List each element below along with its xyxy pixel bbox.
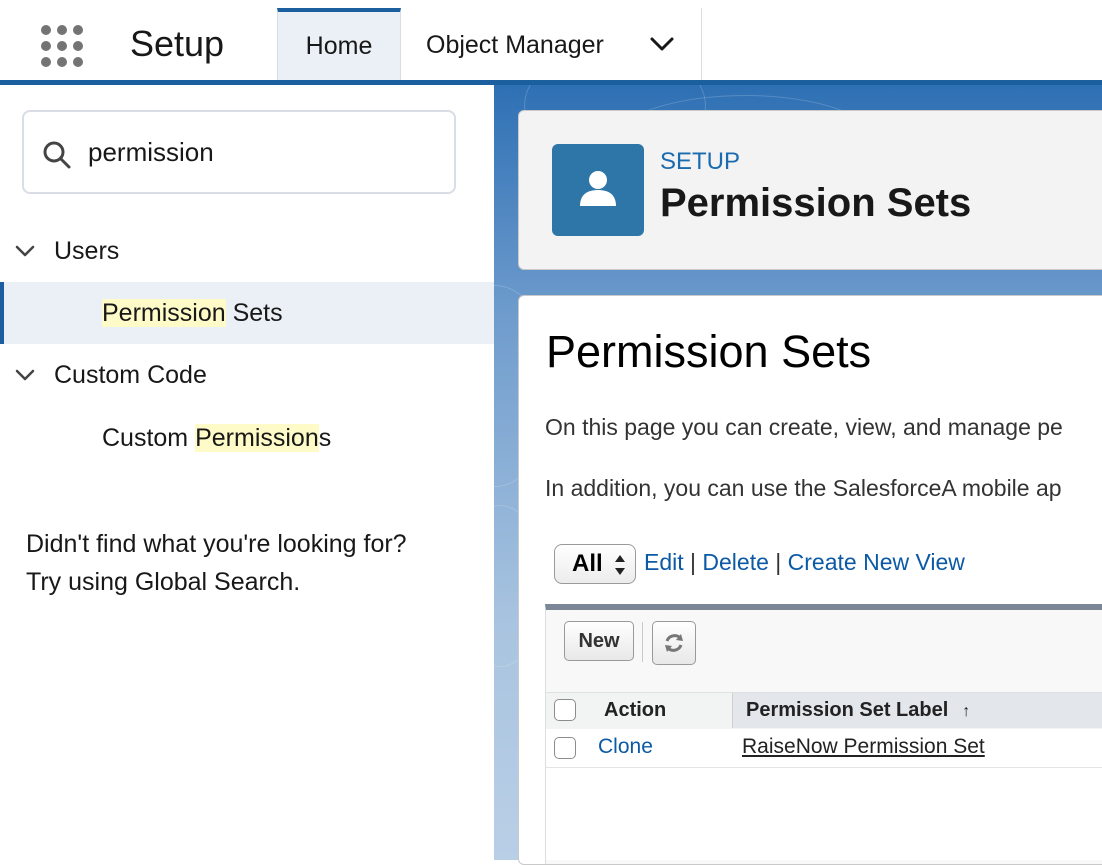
app-name: Setup: [130, 23, 225, 64]
permission-set-link[interactable]: RaiseNow Permission Set: [742, 735, 985, 759]
tab-object-manager-label: Object Manager: [426, 31, 604, 59]
select-all-checkbox[interactable]: [554, 699, 576, 721]
page-header-eyebrow: SETUP: [660, 148, 741, 175]
chevron-down-icon[interactable]: [14, 241, 36, 261]
row-checkbox[interactable]: [554, 737, 576, 759]
not-found-message: Didn't find what you're looking for? Try…: [26, 525, 476, 601]
toolbar-divider: [642, 622, 643, 662]
refresh-button[interactable]: [652, 621, 696, 665]
tree-node-users[interactable]: Users: [0, 221, 494, 281]
search-icon: [43, 141, 71, 169]
tree-node-custom-code[interactable]: Custom Code: [0, 345, 494, 405]
table-row: Clone RaiseNow Permission Set: [546, 729, 1102, 768]
launcher-dot: [41, 25, 51, 35]
select-arrows-icon: [615, 555, 625, 575]
table-header: Action Permission Set Label ↑: [546, 692, 1102, 730]
description-paragraph-1: On this page you can create, view, and m…: [545, 414, 1063, 440]
link-separator: |: [775, 549, 782, 575]
edit-view-link[interactable]: Edit: [644, 549, 684, 575]
delete-view-link[interactable]: Delete: [702, 549, 768, 575]
launcher-dot: [57, 41, 67, 51]
new-button[interactable]: New: [564, 621, 634, 661]
launcher-dot: [57, 25, 67, 35]
tree-leaf-label: Permission Sets: [102, 282, 283, 344]
column-header-label-text: Permission Set Label: [746, 699, 949, 721]
not-found-line-1: Didn't find what you're looking for?: [26, 530, 407, 558]
search-highlight: Permission: [102, 299, 226, 327]
label-rest: s: [318, 424, 332, 452]
view-links: Edit | Delete | Create New View: [644, 549, 965, 576]
header-icon-tile: [552, 144, 644, 236]
app-launcher-icon[interactable]: [40, 24, 86, 70]
tree-node-label: Users: [54, 237, 120, 265]
create-new-view-link[interactable]: Create New View: [788, 549, 965, 575]
description-paragraph-2: In addition, you can use the SalesforceA…: [545, 475, 1062, 501]
tree-leaf-label: Custom Permissions: [102, 407, 331, 469]
column-separator: [732, 693, 733, 728]
not-found-line-2: Try using Global Search.: [26, 568, 301, 596]
column-header-action: Action: [604, 699, 667, 721]
tree-node-label: Custom Code: [54, 361, 207, 389]
chevron-down-icon[interactable]: [649, 34, 675, 54]
setup-sidebar: Users Permission Sets Custom Code Custom…: [0, 85, 494, 860]
column-header-label[interactable]: Permission Set Label ↑: [732, 693, 1102, 728]
view-select[interactable]: All: [554, 544, 636, 584]
label-prefix: Custom: [102, 424, 196, 452]
content-title: Permission Sets: [546, 326, 872, 377]
tree-leaf-custom-permissions[interactable]: Custom Permissions: [0, 407, 494, 469]
view-select-value: All: [572, 550, 603, 577]
quick-find-input[interactable]: [88, 132, 428, 172]
user-icon: [580, 171, 616, 206]
tab-home[interactable]: Home: [277, 8, 401, 80]
launcher-dot: [57, 57, 67, 67]
launcher-dot: [73, 57, 83, 67]
tab-object-manager[interactable]: Object Manager: [402, 8, 702, 80]
page-header-title: Permission Sets: [660, 181, 972, 225]
chevron-down-icon[interactable]: [14, 365, 36, 385]
clone-link[interactable]: Clone: [598, 735, 653, 759]
table-empty-area: [546, 768, 1102, 860]
quick-find-box[interactable]: [22, 110, 456, 194]
label-rest: Sets: [225, 299, 283, 327]
sort-ascending-icon: ↑: [962, 703, 971, 720]
link-separator: |: [690, 549, 697, 575]
search-highlight: Permission: [195, 424, 319, 452]
launcher-dot: [73, 25, 83, 35]
tree-leaf-permission-sets[interactable]: Permission Sets: [0, 282, 494, 344]
launcher-dot: [41, 57, 51, 67]
launcher-dot: [73, 41, 83, 51]
refresh-icon: [665, 634, 683, 652]
launcher-dot: [41, 41, 51, 51]
